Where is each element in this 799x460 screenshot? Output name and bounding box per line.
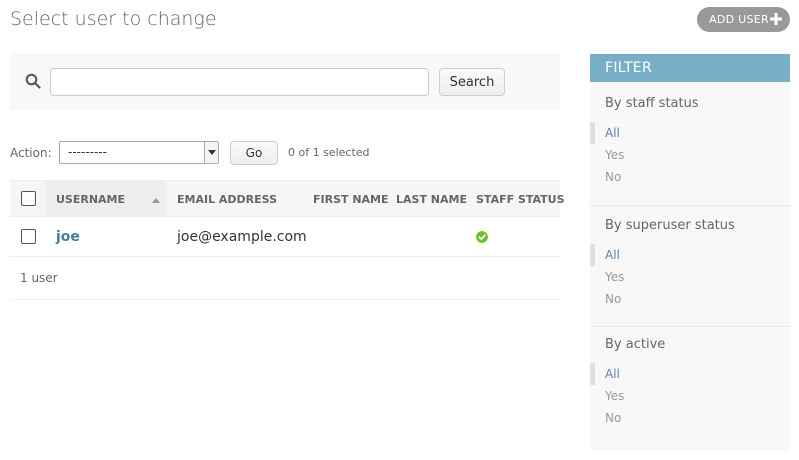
search-icon	[25, 73, 41, 89]
add-user-label: ADD USER	[709, 13, 769, 26]
search-bar: Search	[10, 53, 560, 110]
filter-option-yes[interactable]: Yes	[590, 266, 790, 288]
filter-group-staff-status: By staff status All Yes No	[590, 82, 790, 206]
sort-ascending-icon[interactable]	[152, 198, 160, 203]
filter-panel: FILTER By staff status All Yes No By sup…	[590, 54, 790, 451]
filter-title: FILTER	[590, 54, 790, 82]
chevron-down-icon	[204, 142, 218, 163]
column-header-first-name[interactable]: FIRST NAME	[313, 181, 389, 217]
search-button[interactable]: Search	[439, 68, 505, 96]
column-header-staff-status[interactable]: STAFF STATUS	[476, 181, 565, 217]
filter-group-superuser-status: By superuser status All Yes No	[590, 206, 790, 327]
staff-status-cell	[476, 217, 560, 257]
filter-option-all[interactable]: All	[590, 363, 790, 385]
results-table: USERNAME EMAIL ADDRESS FIRST NAME LAST N…	[10, 180, 565, 300]
search-input[interactable]	[50, 68, 429, 96]
email-cell: joe@example.com	[177, 229, 307, 245]
filter-group-title: By superuser status	[605, 218, 735, 233]
table-header: USERNAME EMAIL ADDRESS FIRST NAME LAST N…	[10, 180, 565, 217]
column-header-email[interactable]: EMAIL ADDRESS	[177, 181, 277, 217]
filter-group-title: By active	[605, 337, 666, 352]
action-select-value: ---------	[68, 145, 107, 159]
filter-option-all[interactable]: All	[590, 122, 790, 144]
filter-option-yes[interactable]: Yes	[590, 144, 790, 166]
action-label: Action:	[10, 146, 52, 160]
add-user-button[interactable]: ADD USER	[697, 7, 790, 32]
plus-icon	[770, 13, 782, 25]
filter-option-no[interactable]: No	[590, 166, 790, 188]
filter-option-no[interactable]: No	[590, 407, 790, 429]
table-row: joe joe@example.com	[10, 217, 560, 257]
select-all-checkbox[interactable]	[21, 191, 36, 206]
action-select[interactable]: ---------	[59, 141, 219, 164]
result-count: 1 user	[10, 257, 560, 300]
check-icon	[476, 231, 488, 243]
column-header-last-name[interactable]: LAST NAME	[396, 181, 467, 217]
column-header-label: USERNAME	[56, 192, 126, 206]
filter-option-all[interactable]: All	[590, 244, 790, 266]
go-button[interactable]: Go	[230, 141, 278, 165]
column-header-username[interactable]: USERNAME	[46, 181, 166, 217]
filter-group-active: By active All Yes No	[590, 327, 790, 429]
action-bar: Action: --------- Go 0 of 1 selected	[10, 140, 560, 166]
filter-option-yes[interactable]: Yes	[590, 385, 790, 407]
filter-option-no[interactable]: No	[590, 288, 790, 310]
row-checkbox[interactable]	[21, 229, 36, 244]
filter-group-title: By staff status	[605, 96, 699, 111]
username-link[interactable]: joe	[56, 229, 80, 245]
page-title: Select user to change	[10, 8, 217, 30]
selected-count: 0 of 1 selected	[288, 146, 370, 159]
